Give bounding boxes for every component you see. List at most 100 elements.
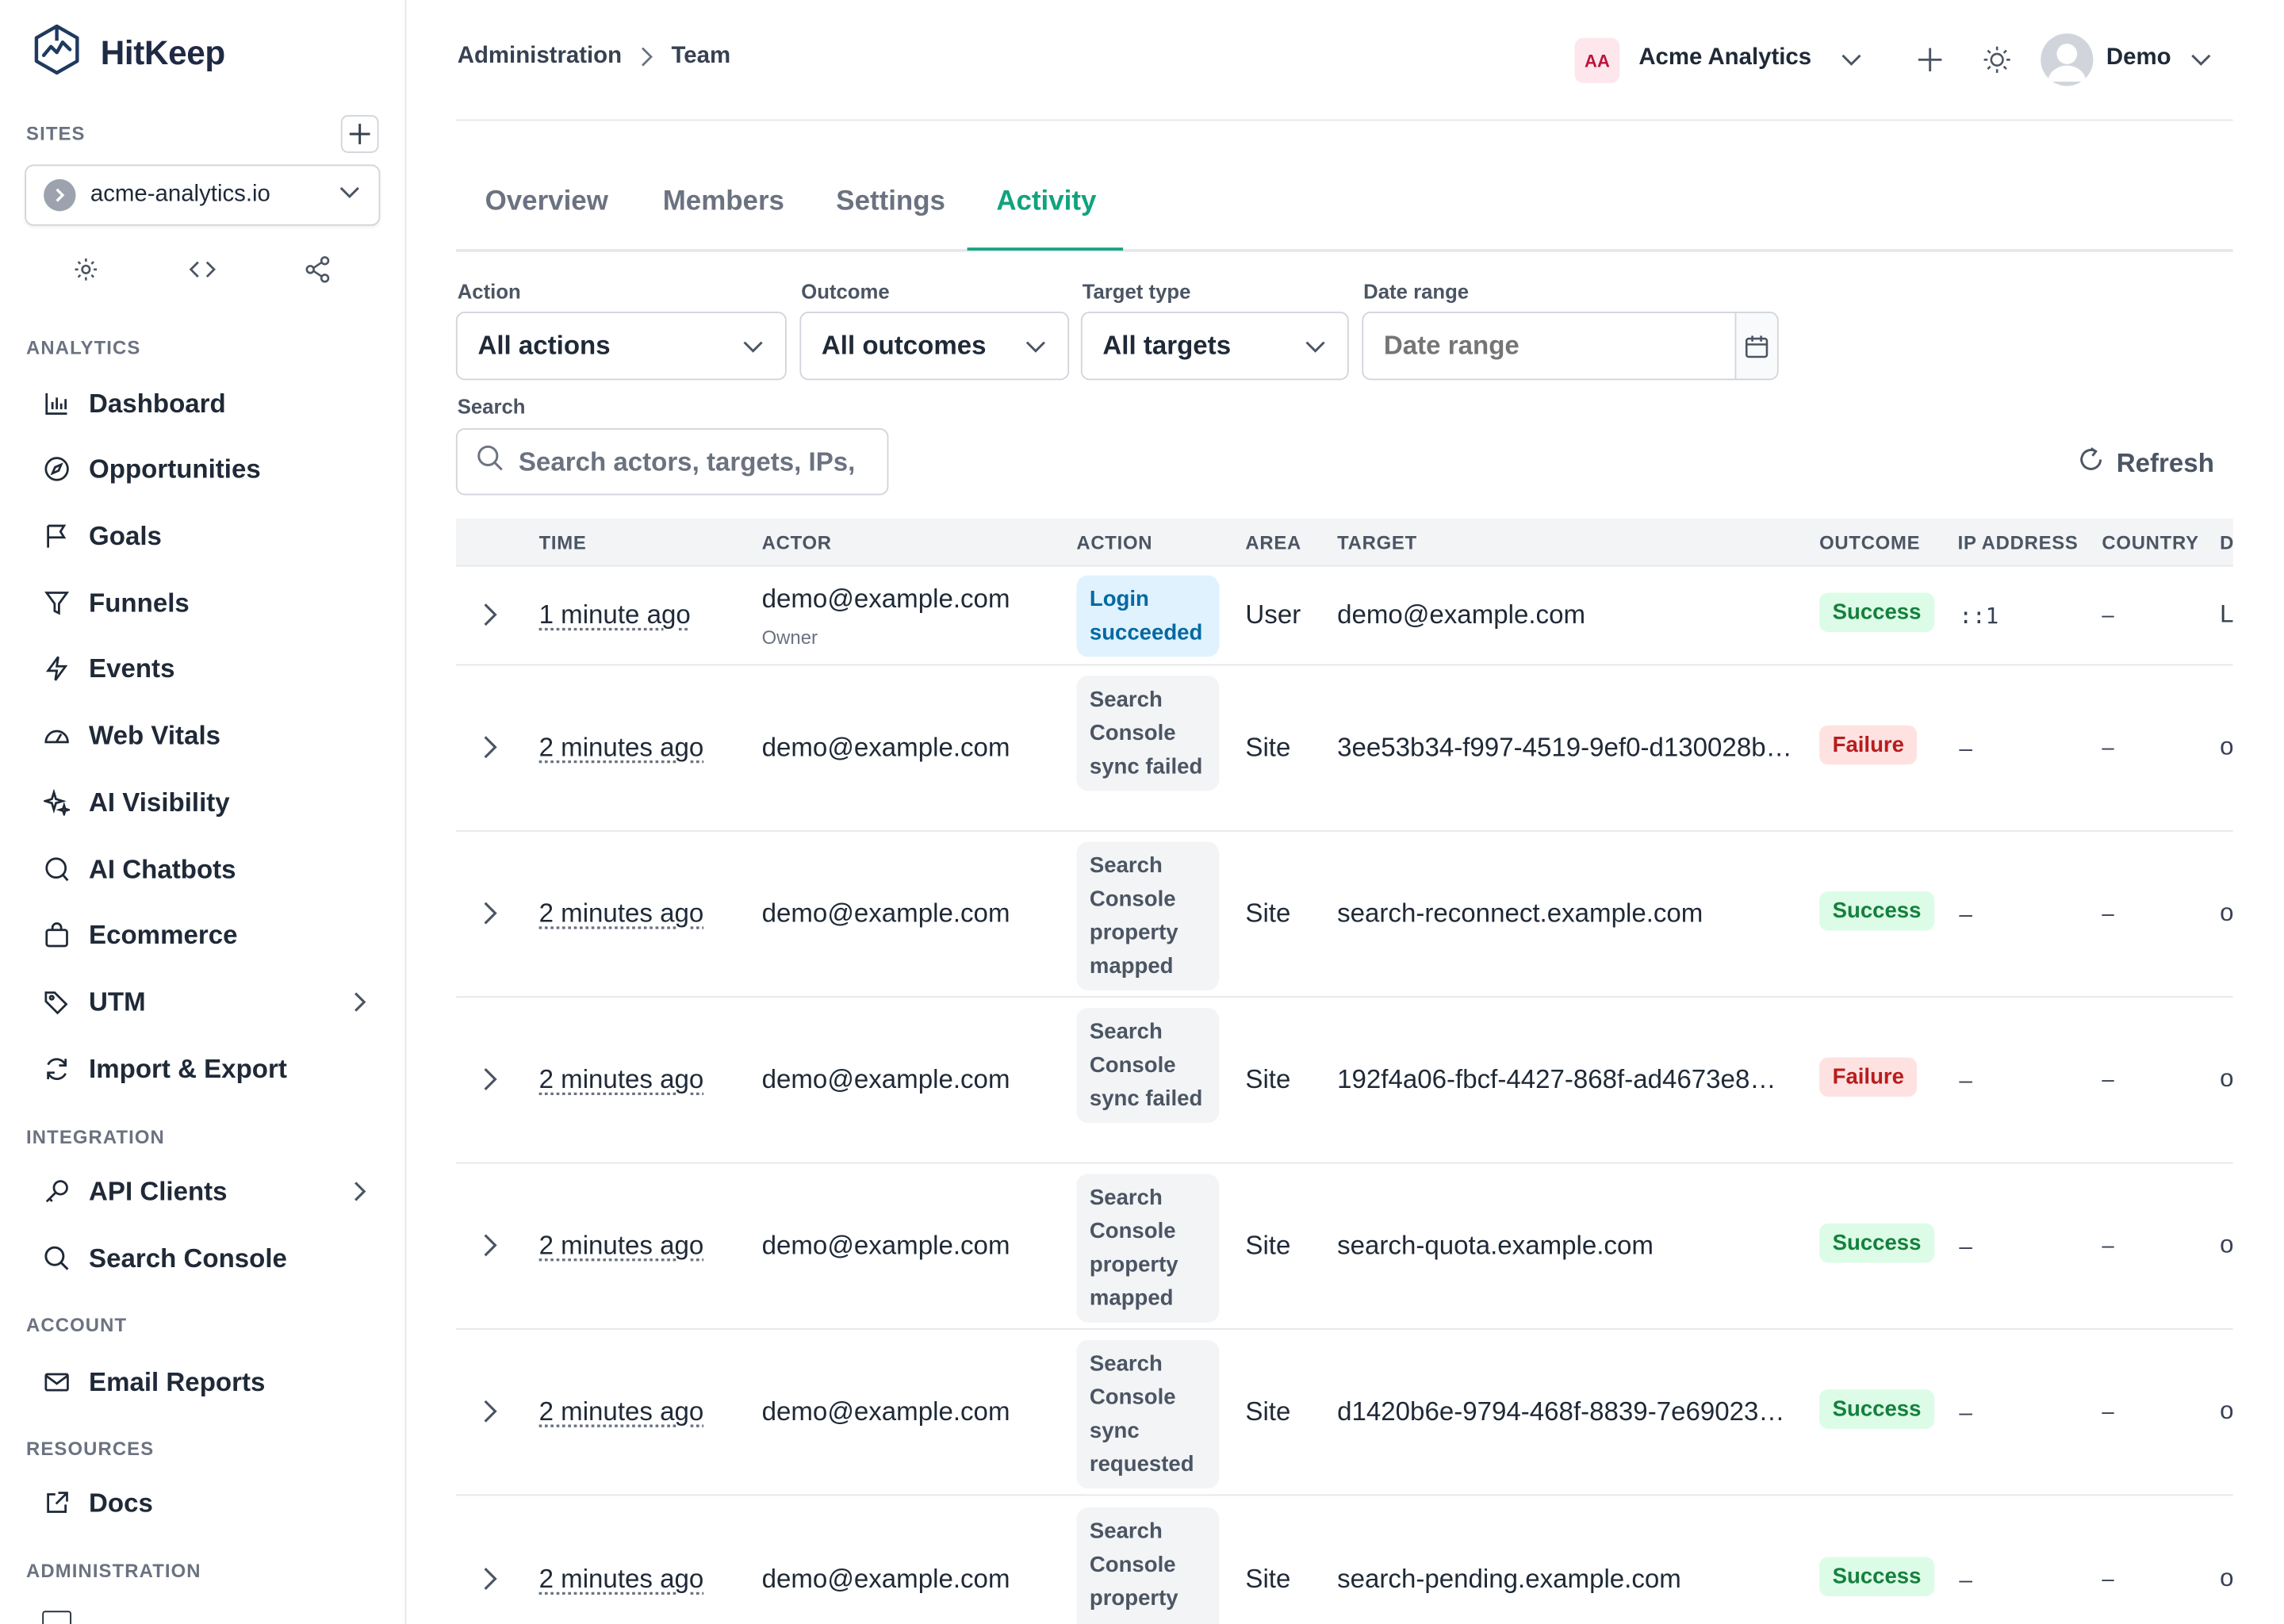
expand-row-chevron-icon[interactable]: [481, 602, 498, 628]
sidebar-item-email-reports[interactable]: Email Reports: [42, 1361, 371, 1404]
section-administration-label: ADMINISTRATION: [26, 1560, 201, 1582]
sidebar-item-ecommerce[interactable]: Ecommerce: [42, 914, 371, 957]
chevron-down-icon: [1024, 335, 1047, 358]
row-action-badge: Search Console sync failed: [1076, 676, 1220, 791]
sidebar-item-api-clients[interactable]: API Clients: [42, 1170, 371, 1213]
sidebar-item-events[interactable]: Events: [42, 647, 371, 691]
tab-settings[interactable]: Settings: [836, 186, 945, 218]
chevron-down-icon[interactable]: [1840, 48, 1863, 71]
site-selector[interactable]: acme-analytics.io: [25, 164, 381, 226]
sidebar-item-dashboard[interactable]: Dashboard: [42, 381, 371, 425]
row-time[interactable]: 2 minutes ago: [539, 1065, 704, 1096]
sidebar-item-ai-visibility[interactable]: AI Visibility: [42, 780, 371, 824]
refresh-icon: [2077, 446, 2105, 481]
row-target: d1420b6e-9794-468f-8839-7e69023…: [1337, 1396, 1785, 1427]
sun-icon[interactable]: [1983, 45, 2012, 75]
brand[interactable]: HitKeep: [32, 23, 225, 82]
row-country: –: [2102, 901, 2114, 927]
target-type-filter-select[interactable]: All targets: [1080, 312, 1349, 381]
sidebar-item-web-vitals[interactable]: Web Vitals: [42, 714, 371, 757]
tab-members[interactable]: Members: [663, 186, 784, 218]
search-input[interactable]: [518, 446, 868, 477]
active-tab-indicator: [967, 247, 1124, 251]
row-target: search-quota.example.com: [1337, 1231, 1654, 1260]
table-row[interactable]: 2 minutes ago demo@example.com Search Co…: [455, 832, 2234, 998]
expand-row-chevron-icon[interactable]: [481, 734, 498, 760]
expand-row-chevron-icon[interactable]: [481, 1066, 498, 1092]
column-header-country: COUNTRY: [2102, 531, 2199, 553]
breadcrumb-administration[interactable]: Administration: [458, 44, 622, 70]
refresh-icon: [42, 1055, 71, 1084]
tab-overview[interactable]: Overview: [485, 186, 608, 218]
row-actor: demo@example.com: [761, 898, 1010, 929]
table-row[interactable]: 2 minutes ago demo@example.com Search Co…: [455, 1164, 2234, 1330]
sidebar-item-ai-chatbots[interactable]: AI Chatbots: [42, 848, 371, 891]
table-row[interactable]: 2 minutes ago demo@example.com Search Co…: [456, 1496, 2234, 1624]
sidebar-item-goals[interactable]: Goals: [42, 514, 371, 557]
activity-table-header: TIME ACTOR ACTION AREA TARGET OUTCOME IP…: [455, 518, 2235, 567]
sidebar-item-funnels[interactable]: Funnels: [42, 581, 371, 625]
team-tabs: Overview Members Settings Activity: [455, 172, 2233, 252]
row-time[interactable]: 2 minutes ago: [539, 1396, 704, 1427]
calendar-icon[interactable]: [1734, 312, 1777, 379]
sparkles-icon: [42, 788, 71, 818]
row-area: Site: [1245, 898, 1291, 929]
code-icon[interactable]: [185, 252, 220, 287]
org-switcher-name[interactable]: Acme Analytics: [1638, 45, 1811, 71]
row-time[interactable]: 2 minutes ago: [539, 1231, 704, 1262]
expand-row-chevron-icon[interactable]: [481, 900, 498, 926]
row-extra: o: [2220, 1396, 2234, 1425]
row-outcome-badge: Success: [1819, 1557, 1934, 1597]
share-icon[interactable]: [300, 252, 335, 287]
row-time[interactable]: 2 minutes ago: [539, 898, 704, 929]
row-action-badge: Search Console property mapped: [1076, 841, 1220, 990]
flag-icon: [42, 522, 71, 551]
org-avatar[interactable]: AA: [1574, 37, 1620, 83]
sidebar-item-utm[interactable]: UTM: [42, 980, 371, 1024]
table-row[interactable]: 2 minutes ago demo@example.com Search Co…: [455, 665, 2234, 832]
sidebar-item-label: Search Console: [89, 1243, 287, 1273]
row-extra: o: [2220, 1064, 2234, 1093]
plus-icon[interactable]: [1915, 45, 1945, 75]
external-link-icon: [42, 1488, 71, 1518]
sidebar: HitKeep SITES acme-analytics.io ANALYTIC…: [0, 0, 407, 1624]
column-header-d: D: [2220, 531, 2235, 553]
row-ip: –: [1959, 1567, 1972, 1594]
row-ip: ::1: [1959, 603, 1999, 630]
row-actor: demo@example.com: [761, 1564, 1010, 1594]
expand-row-chevron-icon[interactable]: [481, 1398, 498, 1424]
row-area: Site: [1245, 1396, 1291, 1427]
chat-icon: [42, 855, 71, 884]
chevron-down-icon[interactable]: [2190, 48, 2213, 71]
table-row[interactable]: 1 minute ago demo@example.com Owner Logi…: [455, 566, 2234, 666]
date-range-input[interactable]: [1363, 312, 1735, 379]
row-actor: demo@example.com: [761, 1231, 1010, 1260]
refresh-button[interactable]: Refresh: [2077, 446, 2214, 481]
row-time[interactable]: 2 minutes ago: [539, 1565, 704, 1595]
action-filter-select[interactable]: All actions: [455, 312, 787, 381]
user-avatar[interactable]: [2041, 33, 2094, 86]
outcome-filter-select[interactable]: All outcomes: [799, 312, 1070, 381]
sidebar-item-docs[interactable]: Docs: [42, 1481, 371, 1525]
compass-icon: [42, 454, 71, 484]
plus-icon: [349, 124, 370, 144]
expand-row-chevron-icon[interactable]: [481, 1232, 498, 1258]
user-name[interactable]: Demo: [2106, 45, 2171, 71]
shopping-bag-icon: [42, 921, 71, 950]
row-area: Site: [1245, 1064, 1291, 1094]
row-time[interactable]: 1 minute ago: [539, 600, 691, 631]
tab-activity[interactable]: Activity: [996, 186, 1096, 218]
table-row[interactable]: 2 minutes ago demo@example.com Search Co…: [455, 1330, 2234, 1496]
site-settings-gear-icon[interactable]: [68, 252, 103, 287]
sidebar-item-import-export[interactable]: Import & Export: [42, 1048, 371, 1091]
table-row[interactable]: 2 minutes ago demo@example.com Search Co…: [455, 998, 2234, 1164]
expand-row-chevron-icon[interactable]: [481, 1565, 498, 1591]
chevron-right-icon: [348, 1180, 371, 1203]
sidebar-item-search-console[interactable]: Search Console: [42, 1236, 371, 1280]
sidebar-item-label: Dashboard: [89, 388, 226, 418]
add-site-button[interactable]: [340, 115, 379, 153]
row-time[interactable]: 2 minutes ago: [539, 733, 704, 764]
row-country: –: [2102, 1233, 2114, 1258]
sidebar-item-label: Import & Export: [89, 1053, 287, 1083]
sidebar-item-opportunities[interactable]: Opportunities: [42, 447, 371, 491]
